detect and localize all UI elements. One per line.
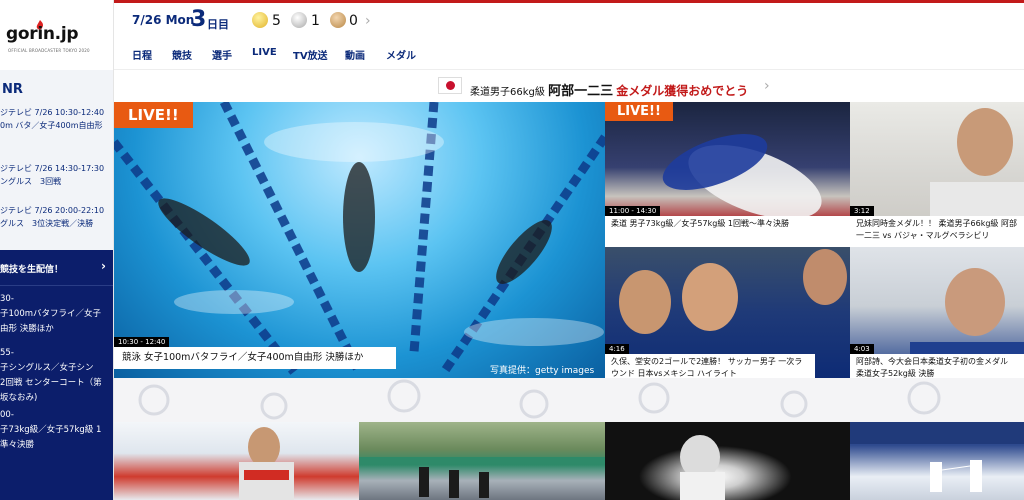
tv-item[interactable]: ジテレビ 7/26 10:30-12:40 0m バタ／女子400m自由形 (0, 106, 113, 132)
triathlon-tile[interactable] (359, 422, 605, 500)
day-label: 日目 (207, 18, 229, 31)
nav-medals[interactable]: メダル (386, 47, 416, 62)
nav-video[interactable]: 動画 (345, 47, 365, 62)
live-item[interactable]: 55- 子シングルス／女子シン 2回戦 センターコート（第 坂なおみ) (0, 346, 113, 406)
triathlon-scene-image (359, 457, 605, 498)
decorative-pattern-band (114, 378, 1024, 422)
live-badge: LIVE!! (114, 102, 193, 128)
time-tag: 10:30 - 12:40 (114, 337, 170, 347)
live-item-line: 準々決勝 (0, 440, 35, 450)
photo-credit: 写真提供：getty images (490, 366, 595, 376)
soccer-highlight-tile[interactable]: 4:16 久保、堂安の2ゴールで2連勝！ サッカー男子 一次ラウンド 日本vsメ… (605, 247, 850, 378)
tokyo-pattern-image (138, 379, 941, 420)
judo-live-tile[interactable]: LIVE!! 11:00 - 14:30 柔道 男子73kg級／女子57kg級 … (605, 102, 850, 247)
bronze-count: 0 (349, 13, 358, 29)
tv-item-time: ジテレビ 7/26 10:30-12:40 (0, 108, 105, 117)
announcement-prefix: 柔道男子66kg級 (470, 87, 545, 98)
silver-medal-icon (291, 12, 307, 28)
swimming-scene-image (114, 102, 605, 375)
featured-live-tile[interactable]: LIVE!! 10:30 - 12:40 競泳 女子100mバタフライ／女子40… (114, 102, 605, 378)
nav-sports[interactable]: 競技 (172, 47, 192, 62)
nav-tv[interactable]: TV放送 (293, 47, 328, 62)
live-panel-title: 競技を生配信！ (0, 265, 64, 275)
tv-item-program: 0m バタ／女子400m自由形 (0, 121, 103, 130)
live-item-line: 2回戦 センターコート（第 (0, 378, 102, 388)
time-tag: 11:00 - 14:30 (605, 206, 661, 216)
live-item-line: 坂なおみ) (0, 393, 38, 403)
tile-caption: 競泳 女子100mバタフライ／女子400m自由形 決勝ほか (114, 347, 396, 369)
live-panel: 競技を生配信！ › 30- 子100mバタフライ／女子 由形 決勝ほか 55- … (0, 250, 113, 500)
judo-gold-tile[interactable]: 3:12 兄妹同時金メダル！！ 柔道男子66kg級 阿部一二三 vs バジャ・マ… (850, 102, 1024, 247)
video-duration: 3:12 (850, 206, 874, 216)
fencing-match-tile[interactable] (850, 422, 1024, 500)
tile-caption: 久保、堂安の2ゴールで2連勝！ サッカー男子 一次ラウンド 日本vsメキシコ ハ… (605, 354, 815, 378)
live-panel-header[interactable]: 競技を生配信！ › (0, 250, 113, 286)
top-bar: 7/26 Mon 3 日目 5 1 0 › (114, 0, 1024, 36)
main-nav: 日程 競技 選手 LIVE TV放送 動画 メダル (114, 36, 1024, 70)
judo-women-tile[interactable]: 4:03 阿部詩、今大会日本柔道女子初の金メダル 柔道女子52kg級 決勝 (850, 247, 1024, 378)
rugby-scene-image (239, 427, 294, 500)
fencing-scene-image (680, 435, 725, 500)
japan-flag-icon (438, 77, 462, 94)
live-item-line: 子100mバタフライ／女子 (0, 309, 102, 319)
gorin-homepage: gorin.jp OFFICIAL BROADCASTER TOKYO 2020… (0, 0, 1024, 500)
live-badge: LIVE!! (605, 102, 673, 121)
live-item-line: 子シングルス／女子シン (0, 363, 94, 373)
tv-item-program: グルス 3位決定戦／決勝 (0, 219, 94, 228)
tv-panel-title: NR (2, 82, 23, 97)
video-duration: 4:16 (605, 344, 629, 354)
live-item[interactable]: 30- 子100mバタフライ／女子 由形 決勝ほか (0, 292, 113, 337)
nav-athletes[interactable]: 選手 (212, 47, 232, 62)
live-item-line: 由形 決勝ほか (0, 324, 54, 334)
tv-item-time: ジテレビ 7/26 20:00-22:10 (0, 206, 105, 215)
tile-caption: 阿部詩、今大会日本柔道女子初の金メダル 柔道女子52kg級 決勝 (850, 354, 1024, 378)
nav-live[interactable]: LIVE (252, 47, 277, 58)
logo-subtitle: OFFICIAL BROADCASTER TOKYO 2020 (8, 48, 90, 53)
live-item-line: 子73kg級／女子57kg級 1 (0, 425, 102, 435)
tv-item[interactable]: ジテレビ 7/26 14:30-17:30 ングルス 3回戦 (0, 162, 113, 188)
live-item-line: 00- (0, 410, 14, 420)
date-label: 7/26 Mon (132, 13, 195, 27)
live-item-line: 55- (0, 348, 14, 358)
tv-item-program: ングルス 3回戦 (0, 177, 62, 186)
sidebar: gorin.jp OFFICIAL BROADCASTER TOKYO 2020… (0, 0, 114, 500)
gold-medal-icon (252, 12, 268, 28)
day-number: 3 (191, 7, 207, 32)
announcement-athlete: 阿部一二三 (548, 84, 614, 99)
tv-item-time: ジテレビ 7/26 14:30-17:30 (0, 164, 105, 173)
fencing-match-image (850, 422, 1024, 492)
logo-text: gorin.jp (6, 24, 79, 44)
silver-count: 1 (311, 13, 320, 29)
video-duration: 4:03 (850, 344, 874, 354)
live-item[interactable]: 00- 子73kg級／女子57kg級 1 準々決勝 (0, 408, 113, 453)
nav-schedule[interactable]: 日程 (132, 47, 152, 62)
announcement-banner[interactable]: 柔道男子66kg級 阿部一二三 金メダル獲得おめでとう › (114, 70, 1024, 102)
announcement-congrats: 金メダル獲得おめでとう (616, 84, 749, 98)
chevron-right-icon: › (764, 78, 770, 94)
tv-schedule-panel: NR ジテレビ 7/26 10:30-12:40 0m バタ／女子400m自由形… (0, 70, 113, 250)
bronze-medal-icon (330, 12, 346, 28)
live-item-line: 30- (0, 294, 14, 304)
rugby-tile[interactable] (114, 422, 359, 500)
tile-caption: 柔道 男子73kg級／女子57kg級 1回戦〜準々決勝 (605, 216, 850, 247)
chevron-right-icon[interactable]: › (365, 13, 371, 29)
gold-count: 5 (272, 13, 281, 29)
tile-caption: 兄妹同時金メダル！！ 柔道男子66kg級 阿部一二三 vs バジャ・マルグベラシ… (850, 216, 1024, 247)
chevron-right-icon: › (101, 259, 106, 273)
logo[interactable]: gorin.jp OFFICIAL BROADCASTER TOKYO 2020 (6, 18, 110, 62)
announcement-text: 柔道男子66kg級 阿部一二三 金メダル獲得おめでとう (470, 80, 748, 99)
fencing-tile[interactable] (605, 422, 850, 500)
tv-item[interactable]: ジテレビ 7/26 20:00-22:10 グルス 3位決定戦／決勝 (0, 204, 113, 230)
